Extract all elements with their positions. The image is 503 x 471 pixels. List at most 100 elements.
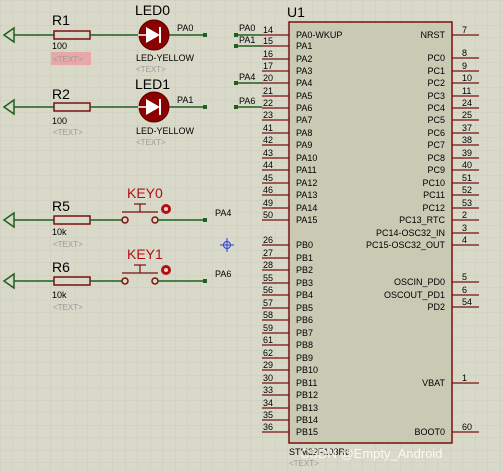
pin-name: PA9 bbox=[296, 140, 312, 150]
pin-name: PA1 bbox=[296, 41, 312, 51]
pin-number: 1 bbox=[462, 373, 467, 383]
pin-name: PA2 bbox=[296, 54, 312, 64]
r6-value: 10k bbox=[52, 290, 67, 300]
pin-name: PB4 bbox=[296, 290, 313, 300]
pin-name: BOOT0 bbox=[414, 427, 445, 437]
pin-name: PB5 bbox=[296, 303, 313, 313]
pin-number: 50 bbox=[263, 210, 273, 220]
pin-number: 6 bbox=[462, 285, 467, 295]
pin-number: 59 bbox=[263, 323, 273, 333]
pin-name: PA11 bbox=[296, 165, 317, 175]
pin-number: 51 bbox=[462, 173, 472, 183]
pin-number: 26 bbox=[263, 235, 273, 245]
r5-text: <TEXT> bbox=[53, 240, 83, 249]
pin-number: 9 bbox=[462, 61, 467, 71]
pin-number: 43 bbox=[263, 148, 273, 158]
pin-number: 55 bbox=[263, 273, 273, 283]
pin-name: PC7 bbox=[427, 140, 445, 150]
led1-value: LED-YELLOW bbox=[136, 126, 195, 136]
led0[interactable] bbox=[138, 19, 170, 51]
watermark: CSDN @Empty_Android bbox=[300, 446, 443, 461]
pin-name: PA10 bbox=[296, 153, 317, 163]
pin-name: PA14 bbox=[296, 203, 317, 213]
pin-number: 8 bbox=[462, 48, 467, 58]
net-label-pa6-right: PA6 bbox=[239, 96, 255, 106]
pin-name: OSCOUT_PD1 bbox=[384, 290, 445, 300]
pin-number: 15 bbox=[263, 36, 273, 46]
chip-ref: U1 bbox=[287, 4, 305, 20]
r2-ref: R2 bbox=[52, 86, 70, 102]
pin-number: 38 bbox=[462, 135, 472, 145]
net-terminal-pa4 bbox=[203, 218, 207, 222]
r6-ref: R6 bbox=[52, 259, 70, 275]
stub-pa1-terminal bbox=[234, 44, 238, 48]
key0-ref: KEY0 bbox=[127, 185, 163, 201]
pin-number: 25 bbox=[462, 110, 472, 120]
led1[interactable] bbox=[138, 91, 170, 123]
pin-name: PB9 bbox=[296, 353, 313, 363]
pin-number: 29 bbox=[263, 360, 273, 370]
net-label-pa0-left: PA0 bbox=[177, 23, 193, 33]
pin-name: PA7 bbox=[296, 115, 312, 125]
pin-name: PC6 bbox=[427, 128, 445, 138]
r2-text: <TEXT> bbox=[53, 128, 83, 137]
pin-name: PB2 bbox=[296, 265, 313, 275]
pin-name: PA6 bbox=[296, 103, 312, 113]
pin-name: PC13_RTC bbox=[399, 215, 445, 225]
pin-name: PC11 bbox=[423, 190, 445, 200]
pin-number: 60 bbox=[462, 422, 472, 432]
pin-name: PA13 bbox=[296, 190, 317, 200]
stub-pa4-terminal bbox=[234, 81, 238, 85]
net-label-pa4-right: PA4 bbox=[239, 72, 255, 82]
pin-number: 54 bbox=[462, 297, 472, 307]
pin-name: PD2 bbox=[427, 302, 445, 312]
schematic-canvas: R1 100 <TEXT> LED0 LED-YELLOW <TEXT> PA0… bbox=[0, 0, 503, 471]
pin-number: 14 bbox=[263, 25, 273, 35]
pin-number: 46 bbox=[263, 185, 273, 195]
r1-text: <TEXT> bbox=[53, 55, 83, 64]
net-label-pa1-right: PA1 bbox=[239, 35, 255, 45]
pin-name: PB15 bbox=[296, 427, 318, 437]
pin-name: PA12 bbox=[296, 178, 317, 188]
pin-name: PB6 bbox=[296, 315, 313, 325]
pin-name: PC12 bbox=[422, 203, 445, 213]
pin-name: PC8 bbox=[427, 153, 445, 163]
pin-number: 4 bbox=[462, 235, 467, 245]
pin-number: 56 bbox=[263, 285, 273, 295]
r1-ref: R1 bbox=[52, 12, 70, 28]
led0-ref: LED0 bbox=[135, 2, 170, 18]
led1-text: <TEXT> bbox=[136, 138, 166, 147]
pin-number: 58 bbox=[263, 310, 273, 320]
net-label-pa4-key: PA4 bbox=[215, 208, 231, 218]
pin-name: PB8 bbox=[296, 340, 313, 350]
r1-value: 100 bbox=[52, 41, 67, 51]
pin-number: 2 bbox=[462, 210, 467, 220]
pin-name: PC3 bbox=[427, 91, 445, 101]
pin-name: PB0 bbox=[296, 240, 313, 250]
r6-text: <TEXT> bbox=[53, 303, 83, 312]
pin-number: 45 bbox=[263, 173, 273, 183]
pin-number: 17 bbox=[263, 61, 273, 71]
net-label-pa1-left: PA1 bbox=[177, 95, 193, 105]
pin-name: PC5 bbox=[427, 115, 445, 125]
pin-name: NRST bbox=[421, 30, 446, 40]
pin-name: PA5 bbox=[296, 91, 312, 101]
net-label-pa0-right: PA0 bbox=[239, 23, 255, 33]
led0-text: <TEXT> bbox=[136, 65, 166, 74]
pin-name: PB11 bbox=[296, 378, 317, 388]
pin-number: 62 bbox=[263, 348, 273, 358]
pin-number: 16 bbox=[263, 49, 273, 59]
stub-pa0-terminal bbox=[234, 33, 238, 37]
pin-name: PA3 bbox=[296, 66, 312, 76]
pin-name: PB14 bbox=[296, 415, 318, 425]
pin-number: 24 bbox=[462, 98, 472, 108]
pin-name: OSCIN_PD0 bbox=[394, 277, 445, 287]
r2-value: 100 bbox=[52, 116, 67, 126]
pin-number: 36 bbox=[263, 422, 273, 432]
pin-number: 42 bbox=[263, 135, 273, 145]
pin-number: 11 bbox=[462, 86, 471, 96]
net-terminal-pa6 bbox=[203, 279, 207, 283]
pin-number: 40 bbox=[462, 160, 472, 170]
pin-number: 30 bbox=[263, 373, 273, 383]
pin-number: 27 bbox=[263, 248, 273, 258]
